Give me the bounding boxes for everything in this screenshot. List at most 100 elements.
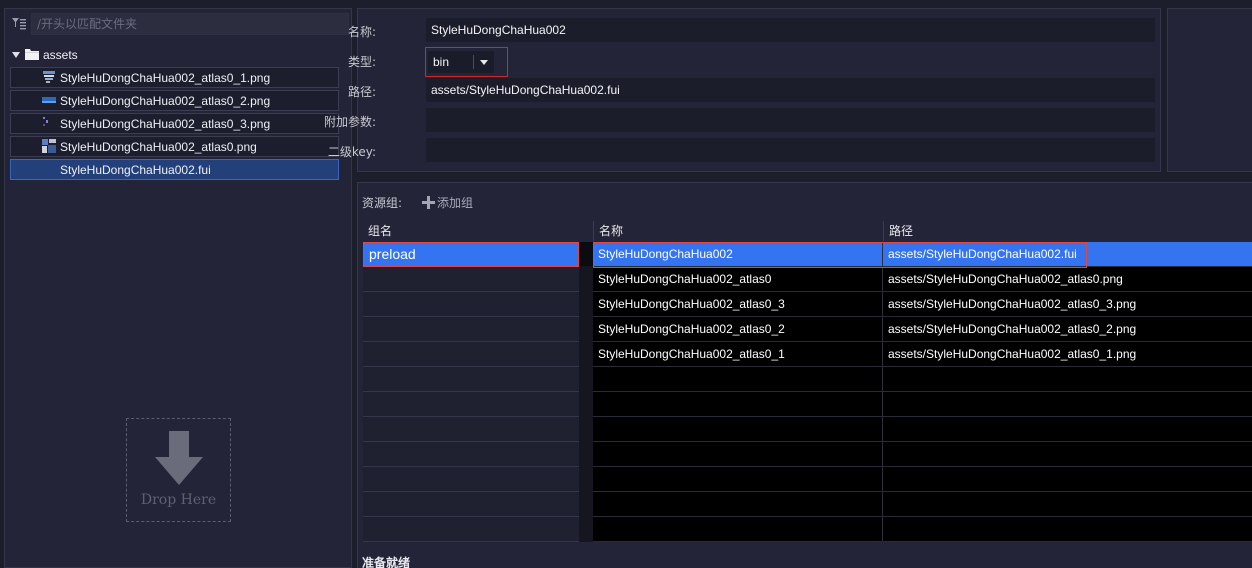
- scrollbar-thumb[interactable]: [579, 242, 593, 266]
- asset-path-cell: [883, 417, 1252, 441]
- group-row-empty[interactable]: [363, 467, 579, 492]
- asset-path-cell: [883, 467, 1252, 491]
- path-field[interactable]: assets/StyleHuDongChaHua002.fui: [426, 78, 1155, 102]
- groups-toolbar: 资源组: 添加组: [362, 194, 473, 211]
- column-header-group[interactable]: 组名: [363, 221, 592, 241]
- resource-groups-panel: 资源组: 添加组 组名 名称 路径 preload StyleHuDongCha…: [357, 182, 1252, 568]
- asset-name-cell: [593, 492, 883, 516]
- asset-path-cell: [883, 517, 1252, 541]
- group-row-empty[interactable]: [363, 442, 579, 467]
- asset-path-cell: assets/StyleHuDongChaHua002_atlas0_3.png: [888, 297, 1137, 311]
- table-row[interactable]: StyleHuDongChaHua002_atlas0_1 assets/Styl…: [593, 342, 1252, 367]
- group-row[interactable]: preload: [363, 242, 579, 267]
- asset-name-cell: [593, 442, 883, 466]
- tree-folder-label: assets: [43, 48, 78, 62]
- group-row-empty[interactable]: [363, 367, 579, 392]
- file-name: StyleHuDongChaHua002_atlas0_1.png: [60, 71, 271, 85]
- group-row-empty[interactable]: [363, 517, 579, 542]
- table-row-empty[interactable]: [593, 392, 1252, 417]
- table-row-empty[interactable]: [593, 417, 1252, 442]
- arrow-down-icon: [154, 431, 203, 488]
- drop-zone[interactable]: Drop Here: [126, 418, 231, 522]
- asset-path-cell: assets/StyleHuDongChaHua002_atlas0.png: [888, 272, 1123, 286]
- asset-name-cell: StyleHuDongChaHua002_atlas0_1: [593, 342, 883, 366]
- type-select-value: bin: [433, 55, 450, 69]
- table-row-empty[interactable]: [593, 442, 1252, 467]
- asset-table: StyleHuDongChaHua002 assets/StyleHuDongCh…: [593, 242, 1252, 542]
- status-text: 准备就绪: [362, 556, 411, 568]
- file-item-selected[interactable]: StyleHuDongChaHua002.fui: [10, 159, 339, 180]
- asset-path-cell: assets/StyleHuDongChaHua002.fui: [888, 247, 1077, 261]
- file-name: StyleHuDongChaHua002_atlas0.png: [60, 140, 257, 154]
- file-name: StyleHuDongChaHua002.fui: [60, 163, 211, 177]
- expand-caret-icon[interactable]: [11, 50, 21, 60]
- extra-params-label: 附加参数:: [323, 115, 376, 129]
- filter-icon[interactable]: [7, 12, 31, 36]
- group-row-empty[interactable]: [363, 392, 579, 417]
- type-label: 类型:: [347, 55, 376, 69]
- table-row-empty[interactable]: [593, 492, 1252, 517]
- image-thumbnail-icon: [42, 139, 56, 153]
- table-row-empty[interactable]: [593, 517, 1252, 542]
- table-row[interactable]: StyleHuDongChaHua002_atlas0 assets/StyleH…: [593, 267, 1252, 292]
- column-header-name[interactable]: 名称: [593, 221, 882, 241]
- table-row-empty[interactable]: [593, 467, 1252, 492]
- prop-row-path: 路径: assets/StyleHuDongChaHua002.fui: [348, 78, 1158, 102]
- asset-name-cell: StyleHuDongChaHua002: [593, 242, 883, 266]
- subkey-label: 二级key:: [327, 145, 376, 159]
- table-row[interactable]: StyleHuDongChaHua002_atlas0_3 assets/Styl…: [593, 292, 1252, 317]
- table-row[interactable]: StyleHuDongChaHua002 assets/StyleHuDongCh…: [593, 242, 1252, 267]
- prop-row-type: 类型: bin: [348, 47, 1158, 77]
- image-thumbnail-icon: [42, 70, 56, 84]
- extra-params-field[interactable]: [426, 108, 1155, 132]
- tree-folder-assets[interactable]: assets: [11, 47, 78, 63]
- asset-path-cell: [883, 492, 1252, 516]
- asset-path-cell: [883, 392, 1252, 416]
- plus-icon: [422, 196, 436, 209]
- asset-name-cell: [593, 467, 883, 491]
- group-row-empty[interactable]: [363, 342, 579, 367]
- group-row-empty[interactable]: [363, 417, 579, 442]
- asset-path-cell: assets/StyleHuDongChaHua002_atlas0_1.png: [888, 347, 1137, 361]
- table-row-empty[interactable]: [593, 367, 1252, 392]
- asset-name-cell: [593, 367, 883, 391]
- group-list: preload: [363, 242, 579, 542]
- properties-panel: 名称: StyleHuDongChaHua002 类型: bin 路径: ass…: [324, 8, 1161, 172]
- file-name: StyleHuDongChaHua002_atlas0_2.png: [60, 94, 271, 108]
- path-label: 路径:: [347, 85, 376, 99]
- group-list-scrollbar[interactable]: [579, 242, 593, 542]
- asset-name-cell: StyleHuDongChaHua002_atlas0_3: [593, 292, 883, 316]
- group-row-empty[interactable]: [363, 292, 579, 317]
- asset-name-cell: StyleHuDongChaHua002_atlas0: [593, 267, 883, 291]
- table-header: 组名 名称 路径: [363, 221, 1252, 241]
- group-row-empty[interactable]: [363, 317, 579, 342]
- folder-icon: [25, 48, 39, 63]
- table-row[interactable]: StyleHuDongChaHua002_atlas0_2 assets/Styl…: [593, 317, 1252, 342]
- prop-row-extra: 附加参数:: [324, 108, 1158, 132]
- name-label: 名称:: [347, 25, 376, 39]
- asset-name-cell: StyleHuDongChaHua002_atlas0_2: [593, 317, 883, 341]
- add-group-button[interactable]: 添加组: [422, 194, 473, 211]
- dropdown-arrow-icon[interactable]: [474, 59, 494, 65]
- column-header-path[interactable]: 路径: [883, 221, 1252, 241]
- type-select[interactable]: bin: [428, 51, 494, 73]
- image-thumbnail-icon: [42, 93, 56, 107]
- group-name: preload: [369, 246, 416, 262]
- asset-path-cell: [883, 442, 1252, 466]
- type-select-highlight: bin: [425, 47, 508, 77]
- name-field[interactable]: StyleHuDongChaHua002: [426, 18, 1155, 42]
- prop-row-name: 名称: StyleHuDongChaHua002: [348, 18, 1158, 42]
- groups-label: 资源组:: [362, 196, 403, 210]
- asset-path-cell: assets/StyleHuDongChaHua002_atlas0_2.png: [888, 322, 1137, 336]
- drop-zone-label: Drop Here: [140, 492, 217, 508]
- prop-row-subkey: 二级key:: [328, 138, 1158, 162]
- group-row-empty[interactable]: [363, 267, 579, 292]
- asset-name-cell: [593, 392, 883, 416]
- subkey-field[interactable]: [426, 138, 1155, 162]
- file-name: StyleHuDongChaHua002_atlas0_3.png: [60, 117, 271, 131]
- preview-panel: [1167, 8, 1252, 172]
- group-row-empty[interactable]: [363, 492, 579, 517]
- asset-name-cell: [593, 417, 883, 441]
- image-thumbnail-icon: [42, 116, 56, 130]
- add-group-label: 添加组: [437, 196, 474, 210]
